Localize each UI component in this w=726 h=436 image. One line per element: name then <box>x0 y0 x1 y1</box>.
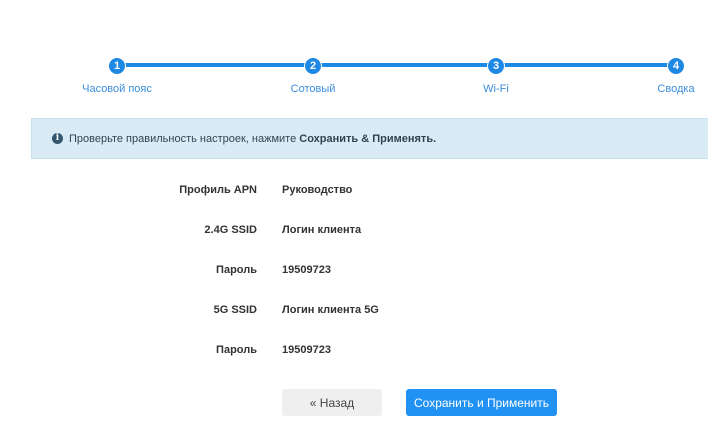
step-4-label[interactable]: Сводка <box>657 83 694 95</box>
step-3-marker[interactable]: 3 <box>487 57 505 75</box>
row-value: Логин клиента <box>282 224 362 236</box>
row-label: Пароль <box>216 264 257 276</box>
step-1-label[interactable]: Часовой пояс <box>82 83 152 95</box>
step-2-label[interactable]: Сотовый <box>291 83 336 95</box>
alert-bold-text: Сохранить & Применять. <box>299 132 437 145</box>
row-value: Логин клиента 5G <box>282 304 379 316</box>
row-label: Профиль APN <box>179 184 257 196</box>
alert-text: Проверьте правильность настроек, нажмите <box>69 132 297 145</box>
row-value: Руководство <box>282 184 353 196</box>
step-1-marker[interactable]: 1 <box>108 57 126 75</box>
row-label: Пароль <box>216 344 257 356</box>
step-3-label[interactable]: Wi-Fi <box>483 83 509 95</box>
step-2-marker[interactable]: 2 <box>304 57 322 75</box>
row-value: 19509723 <box>282 264 331 276</box>
wizard-progress-line <box>117 63 676 67</box>
info-icon: i <box>52 133 63 144</box>
info-alert: i Проверьте правильность настроек, нажми… <box>31 118 708 159</box>
step-4-marker[interactable]: 4 <box>667 57 685 75</box>
row-label: 5G SSID <box>213 304 257 316</box>
row-label: 2.4G SSID <box>204 224 257 236</box>
back-button[interactable]: « Назад <box>282 389 382 416</box>
row-value: 19509723 <box>282 344 331 356</box>
save-apply-button[interactable]: Сохранить и Применить <box>406 389 557 416</box>
